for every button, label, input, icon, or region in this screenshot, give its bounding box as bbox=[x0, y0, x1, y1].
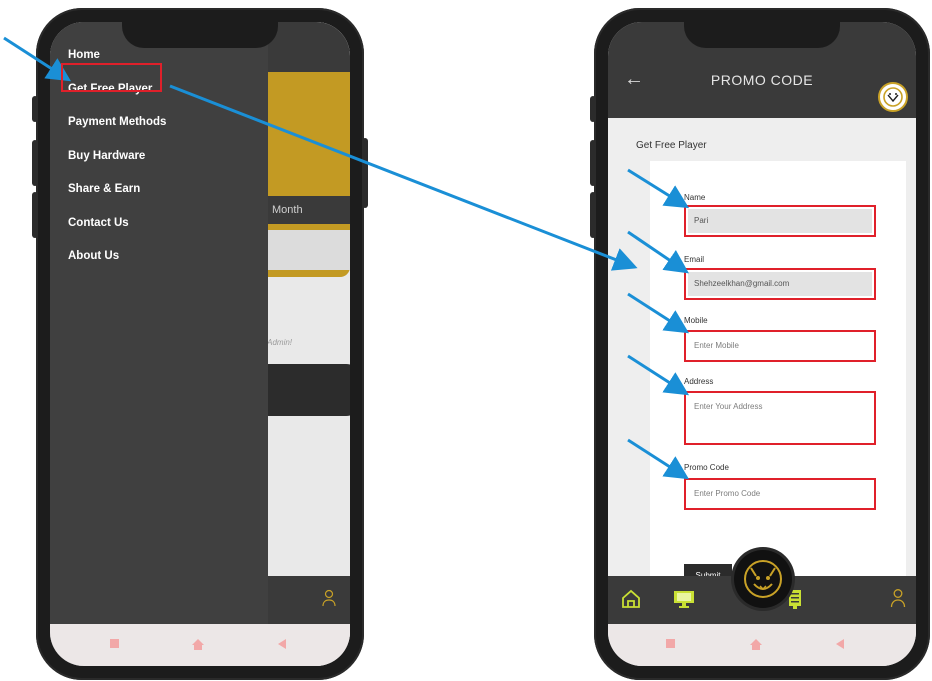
side-button bbox=[590, 140, 596, 186]
recent-apps-icon[interactable] bbox=[110, 639, 119, 648]
system-nav-bar bbox=[50, 624, 350, 666]
home-icon[interactable] bbox=[620, 588, 642, 615]
side-button bbox=[590, 192, 596, 238]
promo-code-field[interactable]: Enter Promo Code bbox=[684, 478, 876, 510]
phone-left: Month erAdmin! Home Get Free Player Paym… bbox=[32, 8, 368, 680]
navigation-drawer: Home Get Free Player Payment Methods Buy… bbox=[50, 22, 268, 666]
address-placeholder: Enter Your Address bbox=[694, 402, 763, 411]
mobile-field[interactable]: Enter Mobile bbox=[684, 330, 876, 362]
bulldog-logo-icon[interactable] bbox=[878, 82, 908, 112]
home-system-icon[interactable] bbox=[192, 639, 204, 650]
page-title: PROMO CODE bbox=[710, 72, 814, 88]
side-button bbox=[32, 140, 38, 186]
name-label: Name bbox=[684, 193, 706, 202]
drawer-item-payment-methods[interactable]: Payment Methods bbox=[68, 113, 166, 147]
back-system-icon[interactable] bbox=[836, 639, 844, 649]
section-title: Get Free Player bbox=[636, 140, 707, 151]
drawer-item-contact-us[interactable]: Contact Us bbox=[68, 214, 166, 248]
system-nav-bar bbox=[608, 624, 916, 666]
bulldog-logo-icon[interactable] bbox=[734, 550, 792, 608]
email-field[interactable]: Shehzeelkhan@gmail.com bbox=[684, 268, 876, 300]
annotation-highlight-box bbox=[61, 63, 162, 92]
recent-apps-icon[interactable] bbox=[666, 639, 675, 648]
side-button bbox=[362, 138, 368, 208]
user-icon[interactable] bbox=[322, 589, 336, 612]
drawer-item-about-us[interactable]: About Us bbox=[68, 247, 166, 281]
promo-code-label: Promo Code bbox=[684, 463, 729, 472]
side-button bbox=[32, 96, 38, 122]
phone-notch bbox=[684, 18, 840, 48]
monitor-icon[interactable] bbox=[672, 588, 696, 615]
back-system-icon[interactable] bbox=[278, 639, 286, 649]
promo-code-placeholder: Enter Promo Code bbox=[694, 489, 761, 498]
main-content: Get Free Player Name Pari Email Shehzeel… bbox=[608, 118, 916, 601]
name-value: Pari bbox=[688, 209, 872, 233]
drawer-item-share-earn[interactable]: Share & Earn bbox=[68, 180, 166, 214]
side-button bbox=[590, 96, 596, 122]
email-label: Email bbox=[684, 255, 705, 264]
phone-notch bbox=[122, 18, 278, 48]
address-field[interactable]: Enter Your Address bbox=[684, 391, 876, 445]
user-icon[interactable] bbox=[890, 588, 906, 613]
email-value: Shehzeelkhan@gmail.com bbox=[688, 272, 872, 296]
side-button bbox=[32, 192, 38, 238]
drawer-item-buy-hardware[interactable]: Buy Hardware bbox=[68, 147, 166, 181]
right-screen: ← PROMO CODE Get Free Player Name Pari E… bbox=[608, 22, 916, 666]
promo-form: Name Pari Email Shehzeelkhan@gmail.com M… bbox=[650, 161, 906, 601]
mobile-label: Mobile bbox=[684, 316, 708, 325]
address-label: Address bbox=[684, 377, 714, 386]
name-field[interactable]: Pari bbox=[684, 205, 876, 237]
phone-right: ← PROMO CODE Get Free Player Name Pari E… bbox=[590, 8, 930, 680]
mobile-placeholder: Enter Mobile bbox=[694, 341, 739, 350]
home-system-icon[interactable] bbox=[750, 639, 762, 650]
left-screen: Month erAdmin! Home Get Free Player Paym… bbox=[50, 22, 350, 666]
